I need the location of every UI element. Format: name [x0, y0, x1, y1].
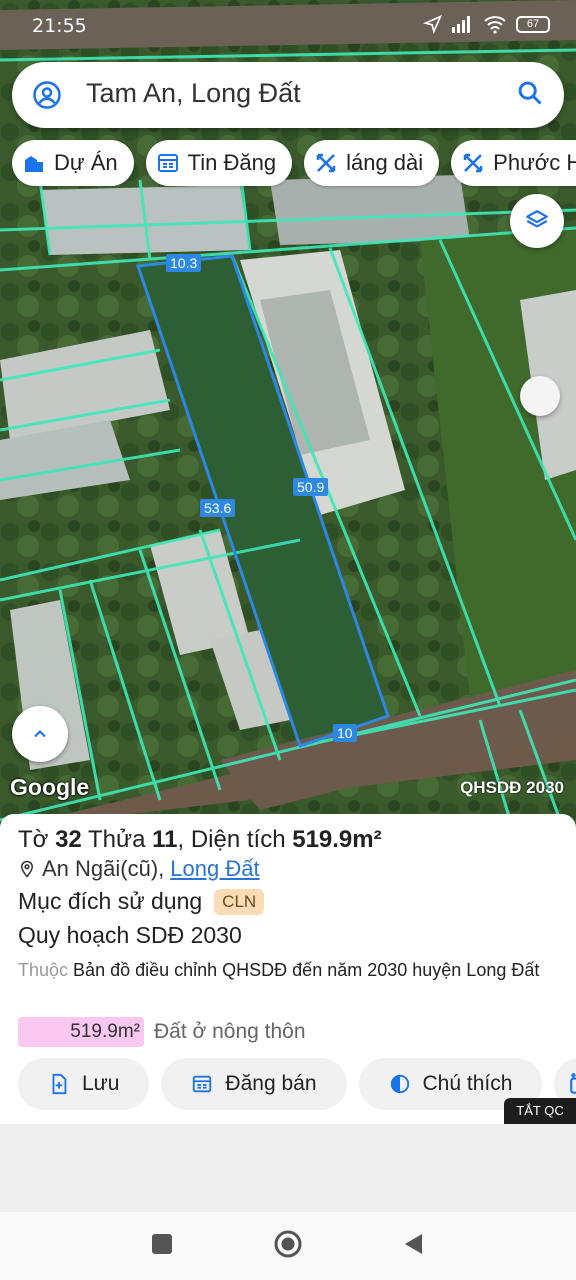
sell-button[interactable]: Đăng bán — [161, 1058, 347, 1110]
recents-button[interactable] — [152, 1234, 172, 1254]
area-label: Diện tích — [190, 826, 286, 853]
purpose-label: Mục đích sử dụng — [18, 888, 203, 914]
purpose-badge: CLN — [214, 888, 265, 915]
search-query[interactable]: Tam An, Long Đất — [86, 78, 301, 109]
to-label: Tờ — [18, 826, 49, 853]
parcel-info-panel: Tờ 32 Thửa 11, Diện tích 519.9m² An Ngãi… — [0, 814, 576, 1124]
chip-du-an[interactable]: Dự Án — [12, 140, 134, 186]
purpose-row: Mục đích sử dụng CLN — [18, 888, 265, 915]
save-label: Lưu — [82, 1072, 120, 1095]
listing-icon — [157, 154, 178, 172]
back-button[interactable] — [402, 1232, 424, 1256]
layers-button[interactable] — [510, 194, 564, 248]
chip-label: Tin Đăng — [187, 150, 277, 175]
status-bar: 21:55 67 — [0, 0, 576, 52]
status-time: 21:55 — [32, 15, 87, 37]
dim-right-label: 50.9 — [293, 478, 329, 496]
google-attribution: Google — [10, 774, 90, 800]
legend-label: Chú thích — [422, 1072, 513, 1095]
dim-left-label: 53.6 — [200, 499, 236, 517]
location-pin-icon — [20, 860, 34, 878]
search-icon[interactable] — [516, 79, 544, 107]
system-nav-bar — [0, 1212, 576, 1280]
belongs-prefix: Thuộc — [18, 960, 69, 980]
battery-icon: 67 — [516, 15, 550, 33]
dim-top-label: 10.3 — [166, 254, 202, 272]
add-photo-icon — [570, 1073, 576, 1094]
opacity-slider-handle[interactable] — [520, 376, 560, 416]
add-file-icon — [52, 1073, 67, 1095]
sell-label: Đăng bán — [225, 1072, 317, 1095]
filter-chips: Dự Án Tin Đăng láng dài Phước Hả — [12, 140, 576, 186]
area-value: 519.9m² — [292, 826, 382, 853]
tool-icon — [316, 153, 336, 173]
signal-icon — [452, 16, 470, 33]
tool-icon — [463, 153, 483, 173]
ad-toggle-button[interactable]: TẮT QC — [504, 1098, 576, 1124]
thua-number: 11 — [152, 826, 178, 853]
location-arrow-icon — [423, 14, 443, 34]
chip-phuoc-hai[interactable]: Phước Hả — [451, 140, 576, 186]
thua-label: Thửa — [88, 826, 146, 853]
chip-lang-dai[interactable]: láng dài — [304, 140, 440, 186]
dim-bottom-label: 10 — [333, 724, 357, 742]
area-color-box: 519.9m² — [18, 1017, 144, 1047]
to-number: 32 — [55, 826, 82, 853]
home-button[interactable] — [274, 1230, 302, 1258]
chip-label: láng dài — [346, 150, 424, 175]
action-buttons: Lưu Đăng bán Chú thích — [18, 1058, 576, 1110]
location-prefix: An Ngãi(cũ), — [42, 856, 165, 881]
app-root: { "status": {"time": "21:55", "battery":… — [0, 0, 576, 1280]
listing-icon — [193, 1075, 212, 1093]
chevron-up-icon — [34, 730, 46, 738]
chip-label: Phước Hả — [493, 150, 576, 175]
chip-tin-dang[interactable]: Tin Đăng — [145, 140, 293, 186]
search-bar[interactable]: Tam An, Long Đất — [12, 62, 564, 128]
chip-label: Dự Án — [54, 150, 118, 175]
layers-icon — [526, 210, 548, 228]
building-icon — [25, 156, 43, 172]
contrast-icon — [390, 1074, 409, 1094]
parcel-location: An Ngãi(cũ), Long Đất — [18, 856, 260, 882]
belongs-text: Thuộc Bản đồ điều chỉnh QHSDĐ đến năm 20… — [18, 956, 558, 984]
wifi-icon — [484, 16, 506, 34]
belongs-map-name: Bản đồ điều chỉnh QHSDĐ đến năm 2030 huy… — [73, 960, 540, 980]
location-link[interactable]: Long Đất — [170, 856, 259, 882]
expand-panel-button[interactable] — [12, 706, 68, 762]
plan-title: Quy hoạch SDĐ 2030 — [18, 922, 242, 948]
save-button[interactable]: Lưu — [18, 1058, 150, 1110]
land-type-label: Đất ở nông thôn — [154, 1020, 306, 1043]
account-icon[interactable] — [32, 80, 62, 110]
area-summary: 519.9m² Đất ở nông thôn — [18, 1017, 306, 1047]
overlay-label: QHSDĐ 2030 — [460, 778, 564, 797]
parcel-title: Tờ 32 Thửa 11, Diện tích 519.9m² — [18, 826, 382, 853]
